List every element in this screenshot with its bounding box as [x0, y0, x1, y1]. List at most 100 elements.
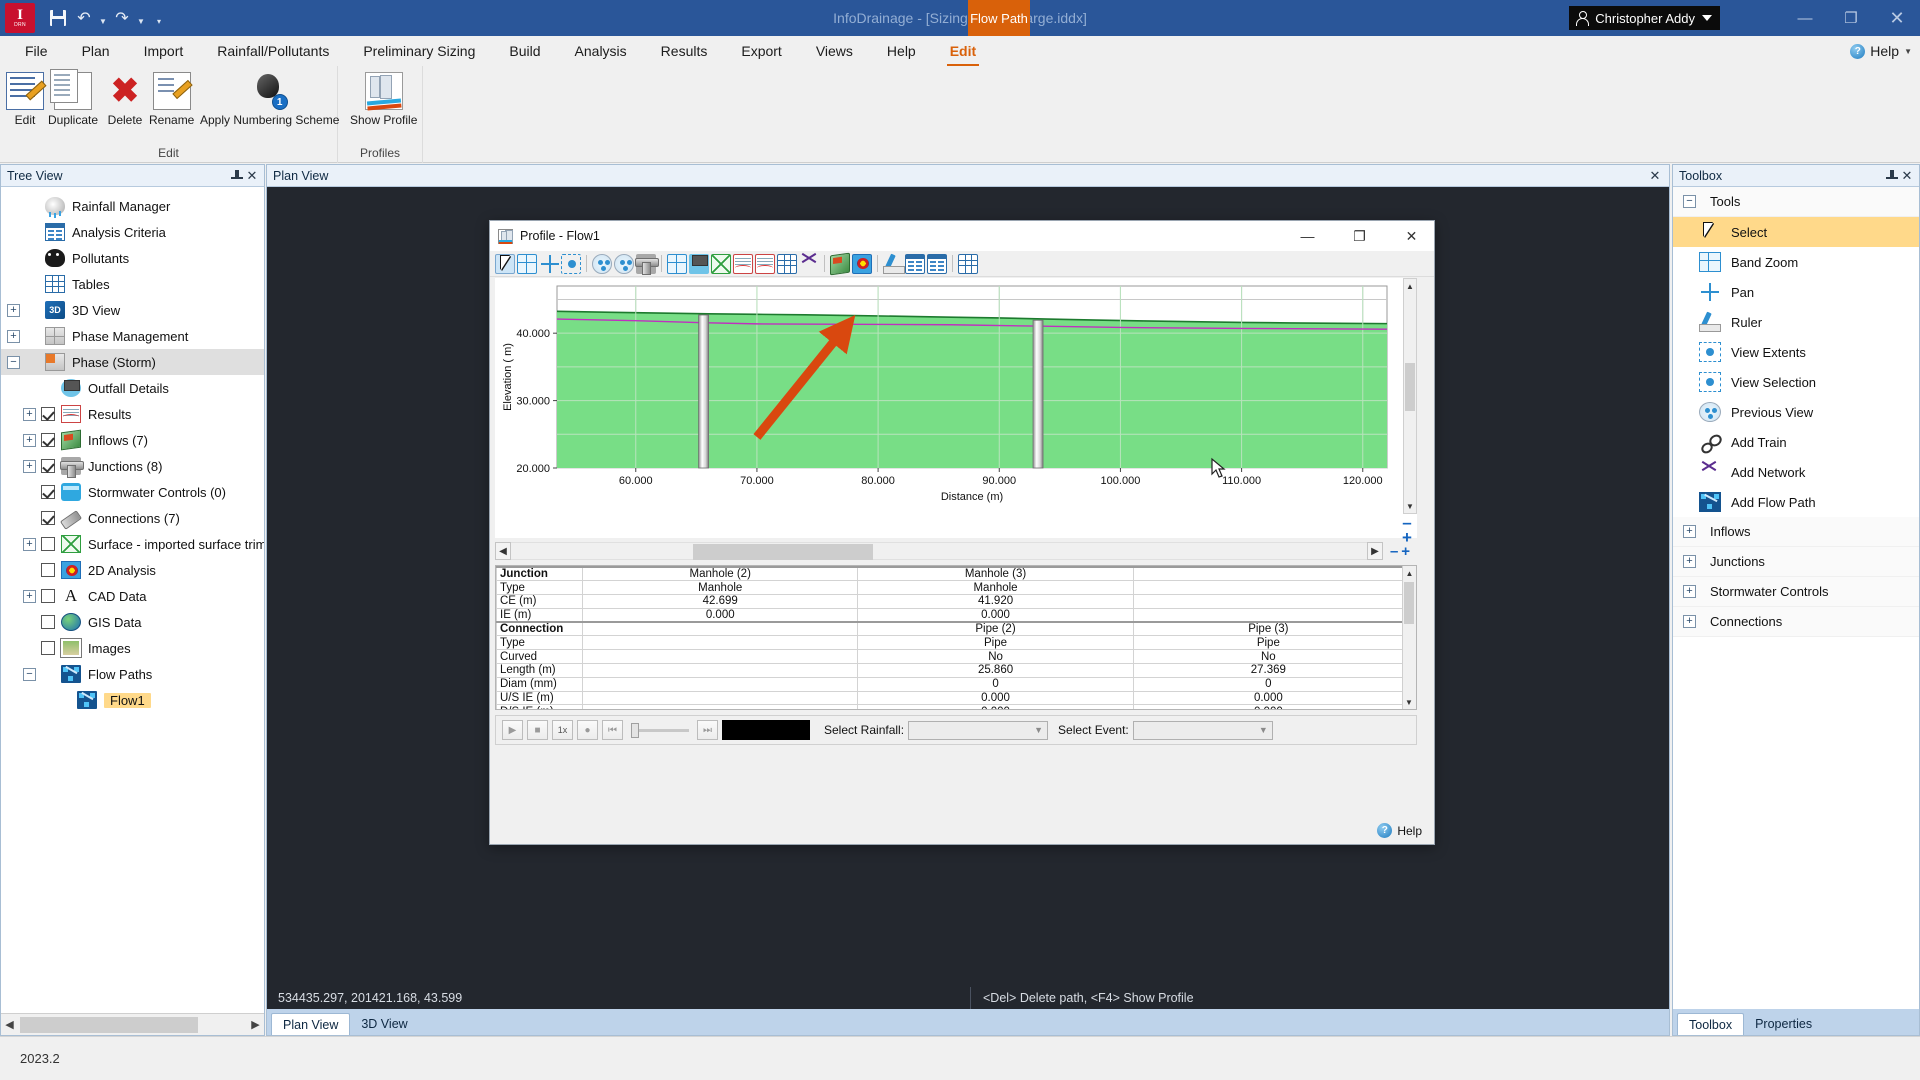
- scroll-down-icon[interactable]: ▼: [1403, 695, 1415, 709]
- toolbox-item-add-train[interactable]: Add Train: [1673, 427, 1919, 457]
- customize-quick-access-icon[interactable]: ▾: [153, 4, 165, 32]
- tree-item-gis-data[interactable]: GIS Data: [1, 609, 264, 635]
- ribbon-button-edit[interactable]: Edit: [6, 72, 44, 127]
- pan-icon[interactable]: [592, 253, 612, 274]
- expand-icon[interactable]: +: [23, 459, 36, 473]
- stop-button[interactable]: ■: [527, 720, 548, 740]
- scroll-up-icon[interactable]: ▲: [1403, 566, 1416, 580]
- expand-icon[interactable]: +: [7, 329, 20, 343]
- tree-item-cad-data[interactable]: + A CAD Data: [1, 583, 264, 609]
- table-row[interactable]: Type Pipe Pipe: [496, 635, 1405, 651]
- ribbon-button-show-profile[interactable]: Show Profile: [350, 72, 417, 127]
- scroll-track[interactable]: [18, 1015, 247, 1034]
- pin-icon[interactable]: [230, 169, 244, 183]
- tree-item-3d-view[interactable]: +3D 3D View: [1, 297, 264, 323]
- scroll-left-icon[interactable]: ◀: [495, 542, 511, 560]
- table-row[interactable]: Curved No No: [496, 649, 1405, 665]
- ribbon-tab-results[interactable]: Results: [644, 36, 725, 66]
- profile-close-button[interactable]: ✕: [1389, 221, 1434, 251]
- minimize-button[interactable]: —: [1782, 0, 1828, 36]
- redo-dropdown-icon[interactable]: ▼: [135, 4, 147, 32]
- ribbon-button-delete[interactable]: ✖ Delete: [106, 72, 144, 127]
- close-button[interactable]: ✕: [1874, 0, 1920, 36]
- checkbox[interactable]: [41, 589, 55, 603]
- ribbon-button-apply-numbering-scheme[interactable]: 1 Apply Numbering Scheme: [200, 72, 339, 127]
- grid-vertical-scrollbar[interactable]: ▲ ▼: [1402, 566, 1416, 709]
- expand-icon[interactable]: +: [23, 589, 36, 603]
- collapse-icon[interactable]: −: [7, 355, 20, 369]
- table-row[interactable]: D/S IE (m) 0.0000.000: [496, 704, 1405, 709]
- ribbon-tab-views[interactable]: Views: [799, 36, 870, 66]
- toolbox-group-inflows[interactable]: + Inflows: [1673, 517, 1919, 547]
- tree-item-flow1[interactable]: Flow1: [1, 687, 264, 713]
- ribbon-tab-import[interactable]: Import: [127, 36, 201, 66]
- tree-item-phase-management[interactable]: + Phase Management: [1, 323, 264, 349]
- tab-toolbox[interactable]: Toolbox: [1677, 1013, 1745, 1035]
- last-frame-button[interactable]: ⏭: [697, 720, 718, 740]
- scroll-thumb[interactable]: [1405, 363, 1415, 411]
- rotate-icon[interactable]: [614, 253, 634, 274]
- scroll-down-icon[interactable]: ▼: [1404, 499, 1416, 513]
- scroll-track[interactable]: [511, 542, 1367, 560]
- expand-icon[interactable]: +: [23, 433, 36, 447]
- chart-horizontal-scrollbar[interactable]: ◀ ▶ – +: [495, 541, 1417, 561]
- checkbox[interactable]: [41, 511, 55, 525]
- checkbox[interactable]: [41, 485, 55, 499]
- checkbox[interactable]: [41, 407, 55, 421]
- move-icon[interactable]: [539, 254, 559, 274]
- ribbon-tab-analysis[interactable]: Analysis: [558, 36, 644, 66]
- table-row[interactable]: Length (m) 25.860 27.369: [496, 663, 1405, 678]
- save-icon[interactable]: [45, 4, 71, 32]
- time-slider[interactable]: [631, 721, 689, 739]
- toolbox-item-pan[interactable]: Pan: [1673, 277, 1919, 307]
- plan-view-close-icon[interactable]: ✕: [1647, 168, 1663, 184]
- tree-item-images[interactable]: Images: [1, 635, 264, 661]
- tree-item-connections-7[interactable]: Connections (7): [1, 505, 264, 531]
- tab-3d-view[interactable]: 3D View: [350, 1013, 418, 1035]
- table-row[interactable]: Junction Manhole (2) Manhole (3): [496, 566, 1405, 582]
- speed-button[interactable]: 1x: [552, 720, 573, 740]
- checkbox[interactable]: [41, 563, 55, 577]
- ribbon-tab-edit[interactable]: Edit: [933, 36, 993, 66]
- collapse-icon[interactable]: −: [23, 667, 36, 681]
- checkbox[interactable]: [41, 537, 55, 551]
- toolbox-item-previous-view[interactable]: Previous View: [1673, 397, 1919, 427]
- redo-icon[interactable]: ↷: [109, 4, 135, 32]
- ribbon-tab-file[interactable]: File: [8, 36, 65, 66]
- expand-icon[interactable]: +: [23, 537, 36, 551]
- close-icon[interactable]: ✕: [1899, 168, 1915, 184]
- scroll-up-icon[interactable]: ▲: [1404, 279, 1416, 293]
- ribbon-button-rename[interactable]: Rename: [149, 72, 194, 127]
- profile-chart-plot[interactable]: 60.000 70.000 80.000 90.000 100.000 110.000 12…: [495, 278, 1393, 514]
- contextual-tab-flow-path[interactable]: Flow Path: [968, 0, 1030, 36]
- slider-thumb[interactable]: [631, 723, 639, 738]
- table-row[interactable]: Connection Pipe (2) Pipe (3): [496, 621, 1405, 637]
- first-frame-button[interactable]: ⏮: [602, 720, 623, 740]
- zoom-out-horizontal-icon[interactable]: –: [1390, 543, 1398, 560]
- save-icon[interactable]: [905, 253, 925, 274]
- profile-maximize-button[interactable]: ❐: [1337, 221, 1382, 251]
- profile-dialog-title-bar[interactable]: Profile - Flow1 — ❐ ✕: [490, 221, 1434, 251]
- grid-icon[interactable]: [517, 253, 537, 274]
- ribbon-tab-preliminary-sizing[interactable]: Preliminary Sizing: [346, 36, 492, 66]
- select-icon[interactable]: [495, 253, 515, 274]
- toolbox-item-view-extents[interactable]: View Extents: [1673, 337, 1919, 367]
- toolbox-item-view-selection[interactable]: View Selection: [1673, 367, 1919, 397]
- tree-item-stormwater-controls-0[interactable]: Stormwater Controls (0): [1, 479, 264, 505]
- tree-item-junctions-8[interactable]: + Junctions (8): [1, 453, 264, 479]
- table-row[interactable]: IE (m) 0.000 0.000: [496, 607, 1405, 623]
- collapse-icon[interactable]: −: [1683, 195, 1696, 208]
- ribbon-tab-export[interactable]: Export: [724, 36, 798, 66]
- chart-vertical-scrollbar[interactable]: ▲ ▼: [1403, 278, 1417, 514]
- tree-horizontal-scrollbar[interactable]: ◀ ▶: [1, 1013, 264, 1035]
- tree-view-body[interactable]: Rainfall Manager Analysis Criteria Polluta…: [1, 187, 264, 1013]
- table-row[interactable]: Diam (mm) 0 0: [496, 676, 1405, 692]
- table-icon[interactable]: [777, 253, 797, 274]
- scroll-right-icon[interactable]: ▶: [1367, 542, 1383, 560]
- export-icon[interactable]: [927, 253, 947, 274]
- close-icon[interactable]: ✕: [244, 168, 260, 184]
- zoom-out-vertical-icon[interactable]: –: [1397, 514, 1417, 531]
- profile-minimize-button[interactable]: —: [1285, 221, 1330, 251]
- report-icon[interactable]: [958, 253, 978, 274]
- tree-item-inflows-7[interactable]: + Inflows (7): [1, 427, 264, 453]
